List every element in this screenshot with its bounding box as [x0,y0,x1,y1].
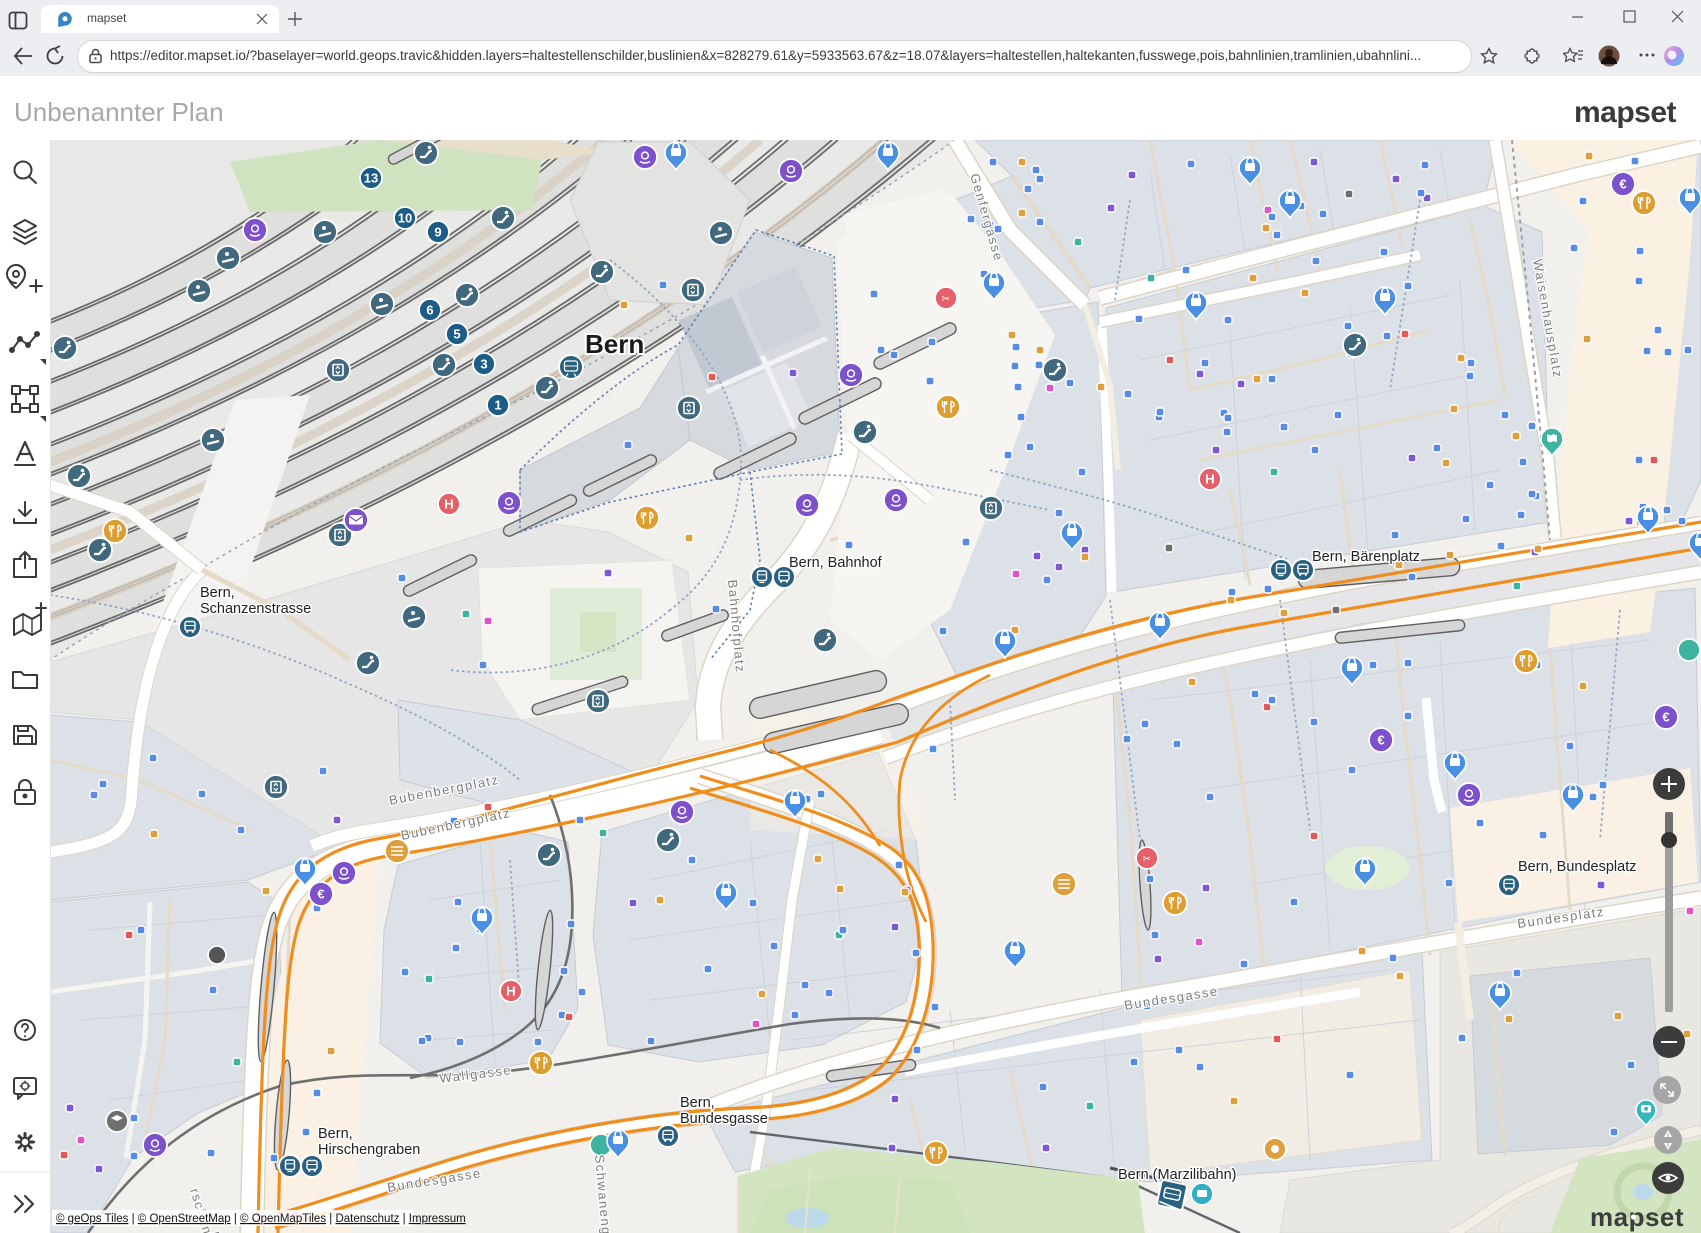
svg-text:✂: ✂ [1143,854,1151,865]
svg-text:© geOps Tiles | © OpenStreetMa: © geOps Tiles | © OpenStreetMap | © Open… [56,1213,466,1225]
svg-text:10: 10 [398,211,412,226]
svg-text:H: H [506,984,515,999]
svg-text:Bern, Bahnhof: Bern, Bahnhof [789,555,883,571]
svg-text:€: € [1662,710,1669,725]
svg-text:€: € [1619,177,1626,192]
svg-text:H: H [1205,472,1214,487]
svg-text:Bern,: Bern, [680,1095,715,1111]
svg-text:Bern, Bundesplatz: Bern, Bundesplatz [1518,859,1637,875]
svg-text:Bern (Marzilibahn): Bern (Marzilibahn) [1118,1167,1236,1183]
svg-text:✂: ✂ [942,294,950,305]
svg-text:€: € [1377,733,1384,748]
svg-text:Bundesgasse: Bundesgasse [680,1111,768,1127]
svg-text:1: 1 [494,398,501,413]
svg-text:13: 13 [364,171,378,186]
svg-text:Bern, Bärenplatz: Bern, Bärenplatz [1312,549,1420,565]
svg-text:5: 5 [453,327,460,342]
svg-text:3: 3 [480,357,487,372]
svg-text:6: 6 [426,303,433,318]
svg-text:Bern,: Bern, [200,585,235,601]
svg-text:Hirschengraben: Hirschengraben [318,1142,420,1158]
svg-text:Bern,: Bern, [318,1126,353,1142]
svg-text:Schanzenstrasse: Schanzenstrasse [200,601,311,617]
svg-text:H: H [444,497,453,512]
svg-text:mapset: mapset [1590,1202,1684,1232]
svg-text:Bern: Bern [585,329,644,359]
svg-text:9: 9 [434,225,441,240]
svg-text:€: € [317,887,324,902]
